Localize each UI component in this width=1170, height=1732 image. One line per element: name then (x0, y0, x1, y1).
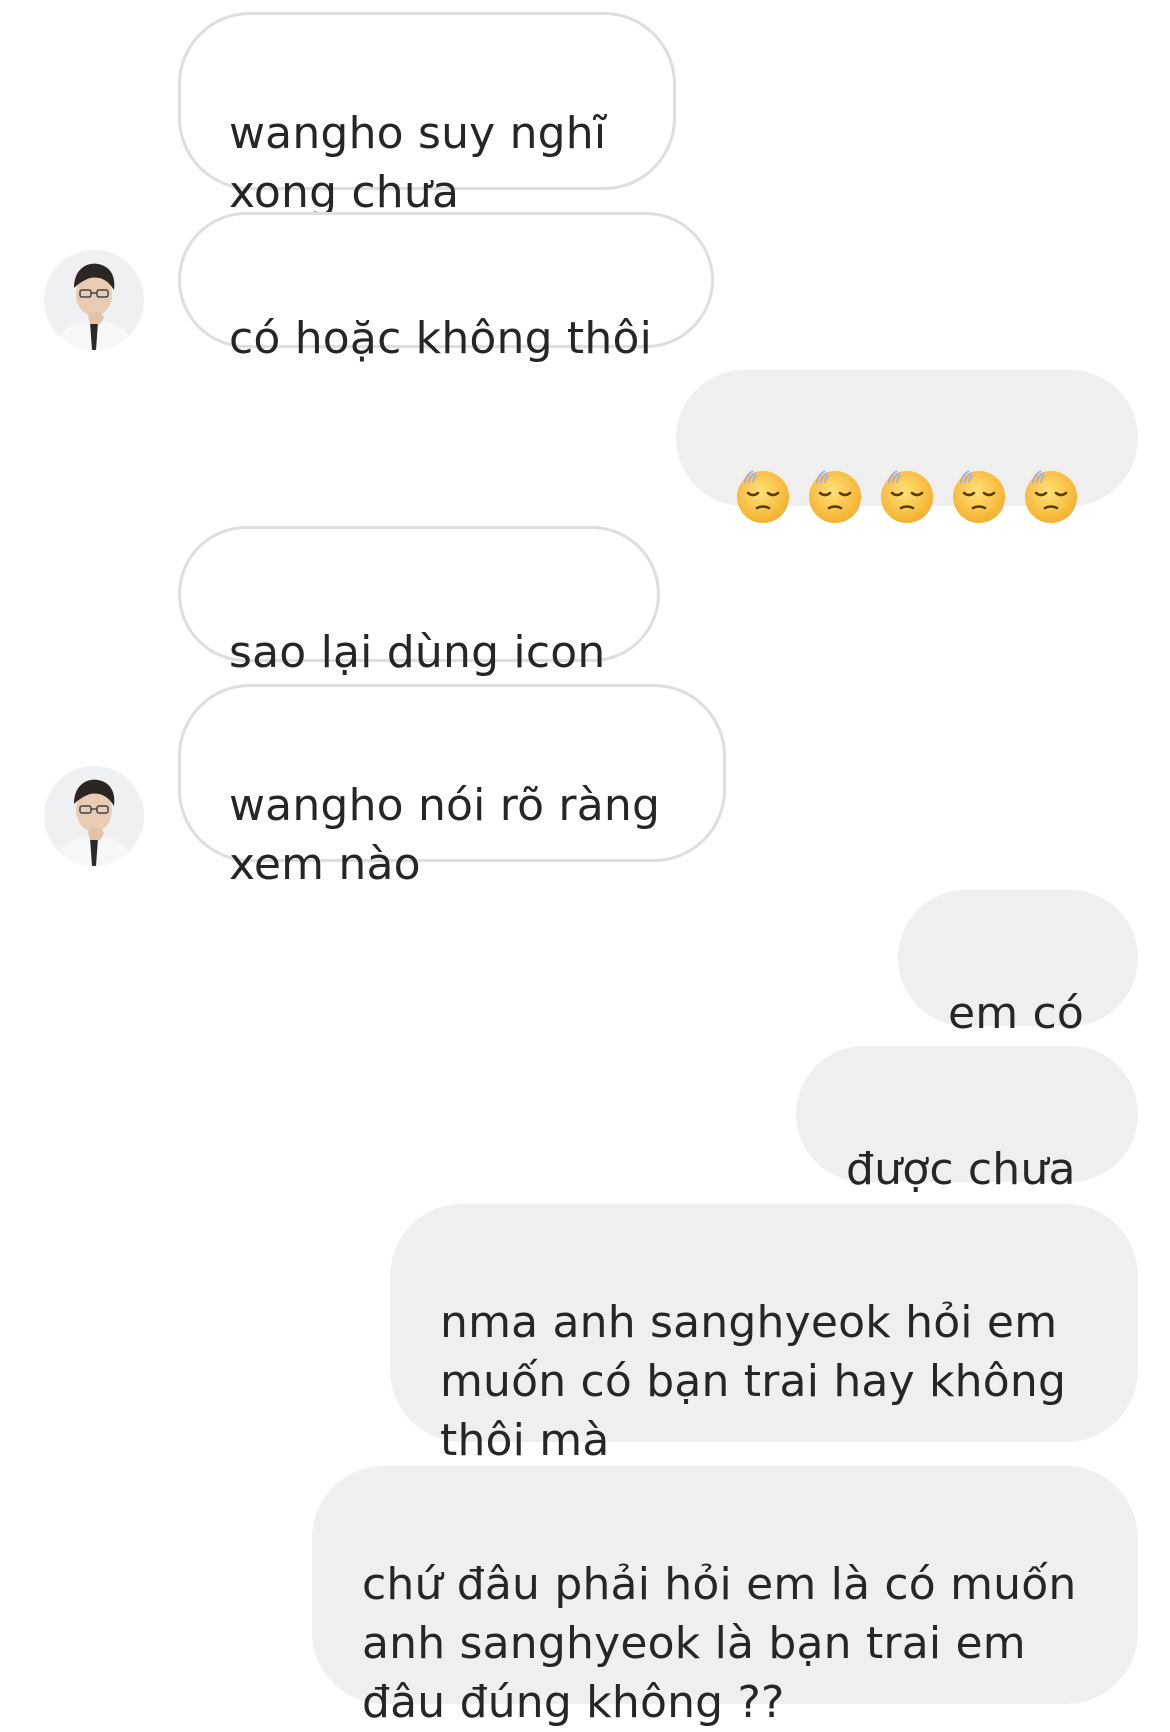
outgoing-message-bubble[interactable]: em có (898, 890, 1138, 1039)
message-text: wangho suy nghĩ xong chưa (229, 108, 607, 218)
outgoing-message-bubble[interactable]: nma anh sanghyeok hỏi em muốn có bạn tra… (390, 1204, 1138, 1466)
incoming-message-bubble[interactable]: có hoặc không thôi (178, 212, 714, 364)
emoji-row (716, 429, 1098, 565)
outgoing-emoji-bubble[interactable] (676, 370, 1138, 523)
pensive-face-icon (737, 470, 789, 523)
message-text: wangho nói rõ ràng xem nào (229, 780, 661, 890)
incoming-message-bubble[interactable]: wangho suy nghĩ xong chưa (178, 12, 676, 218)
pensive-face-icon (953, 470, 1005, 523)
message-text: em có (948, 988, 1085, 1039)
message-text: có hoặc không thôi (229, 313, 653, 364)
message-text: chứ đâu phải hỏi em là có muốn anh sangh… (362, 1559, 1077, 1728)
pensive-face-icon (809, 470, 861, 523)
message-text: được chưa (846, 1144, 1076, 1195)
incoming-message-bubble[interactable]: sao lại dùng icon (178, 526, 660, 678)
message-text: nma anh sanghyeok hỏi em muốn có bạn tra… (440, 1297, 1067, 1466)
pensive-face-icon (881, 470, 933, 523)
avatar[interactable] (44, 250, 144, 350)
profile-photo-icon (44, 250, 144, 350)
outgoing-message-bubble[interactable]: chứ đâu phải hỏi em là có muốn anh sangh… (312, 1466, 1138, 1728)
profile-photo-icon (44, 766, 144, 866)
chat-thread: wangho suy nghĩ xong chưa có hoặc không … (0, 0, 1170, 1728)
outgoing-message-bubble[interactable]: được chưa (796, 1046, 1138, 1195)
pensive-face-icon (1025, 470, 1077, 523)
avatar[interactable] (44, 766, 144, 866)
incoming-message-bubble[interactable]: wangho nói rõ ràng xem nào (178, 684, 726, 890)
message-text: sao lại dùng icon (229, 627, 606, 678)
